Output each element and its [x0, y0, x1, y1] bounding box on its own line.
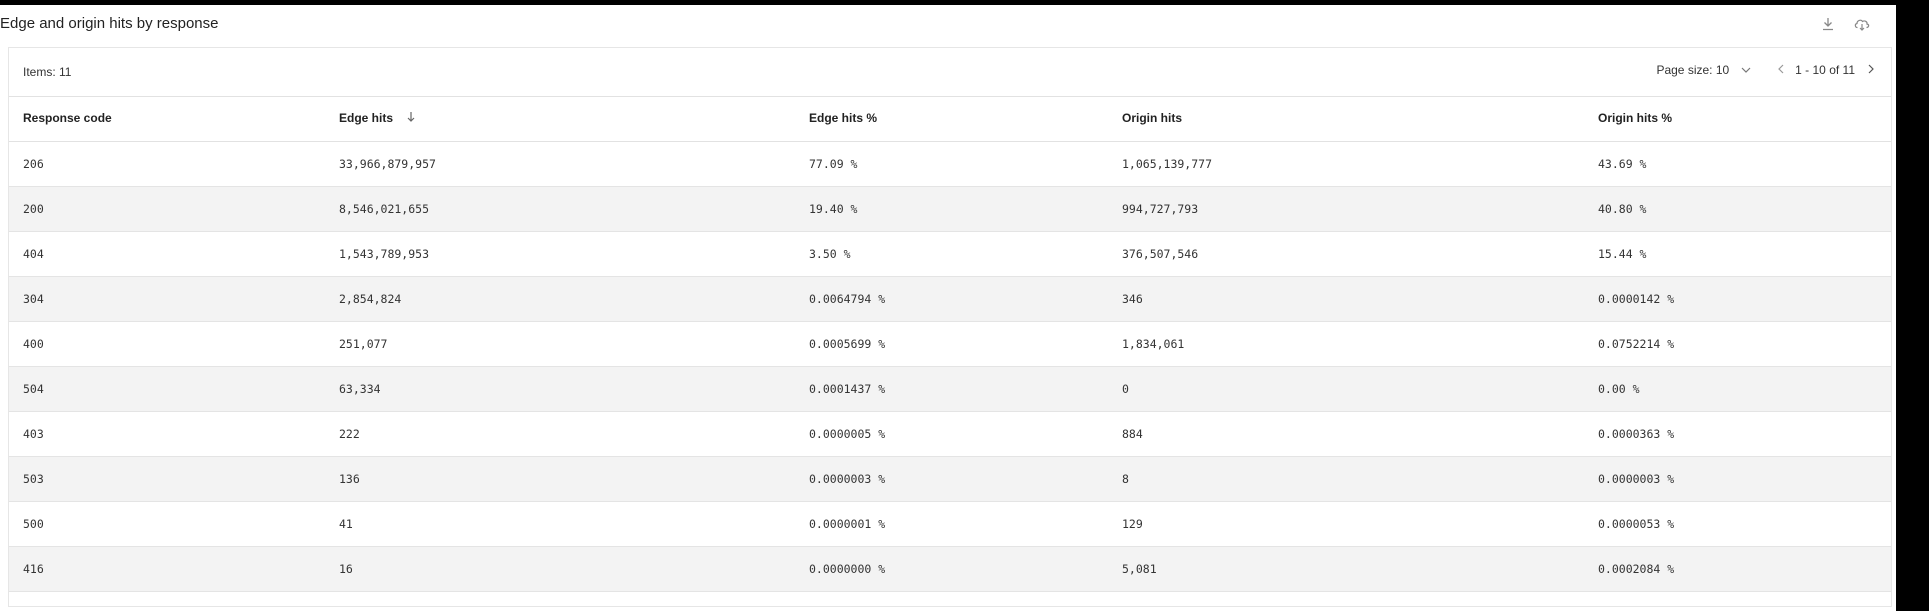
column-header-response-code[interactable]: Response code — [23, 111, 112, 125]
widget-panel: Edge and origin hits by response Items: … — [0, 5, 1896, 611]
widget-header: Edge and origin hits by response — [0, 5, 1896, 45]
cell-edge-hits-percent: 0.0064794 % — [809, 292, 886, 306]
cell-edge-hits-percent: 19.40 % — [809, 202, 858, 216]
cell-response-code: 206 — [23, 157, 44, 171]
widget-title: Edge and origin hits by response — [0, 15, 219, 32]
header-actions — [1818, 14, 1872, 34]
cell-origin-hits-percent: 0.0000003 % — [1598, 472, 1675, 486]
cell-origin-hits: 5,081 — [1122, 562, 1157, 576]
table-row: 206 33,966,879,957 77.09 % 1,065,139,777… — [9, 142, 1891, 187]
table-row: 404 1,543,789,953 3.50 % 376,507,546 15.… — [9, 232, 1891, 277]
cell-origin-hits-percent: 40.80 % — [1598, 202, 1647, 216]
chevron-left-icon — [1777, 63, 1785, 77]
cell-edge-hits-percent: 0.0000005 % — [809, 427, 886, 441]
sort-down-arrow-icon — [406, 111, 416, 126]
page-size-label: Page size: 10 — [1656, 63, 1730, 77]
column-header-origin-hits[interactable]: Origin hits — [1122, 111, 1182, 125]
cell-origin-hits: 1,834,061 — [1122, 337, 1185, 351]
cell-edge-hits-percent: 0.0000003 % — [809, 472, 886, 486]
table-row: 200 8,546,021,655 19.40 % 994,727,793 40… — [9, 187, 1891, 232]
table-header: Response code Edge hits Edge hits % Orig… — [9, 97, 1891, 142]
cell-edge-hits-percent: 0.0001437 % — [809, 382, 886, 396]
cell-edge-hits-percent: 3.50 % — [809, 247, 851, 261]
table-row: 400 251,077 0.0005699 % 1,834,061 0.0752… — [9, 322, 1891, 367]
cell-origin-hits-percent: 0.0002084 % — [1598, 562, 1675, 576]
cell-response-code: 400 — [23, 337, 44, 351]
cell-origin-hits-percent: 15.44 % — [1598, 247, 1647, 261]
cell-response-code: 503 — [23, 472, 44, 486]
cell-edge-hits: 41 — [339, 517, 353, 531]
cell-origin-hits: 1,065,139,777 — [1122, 157, 1213, 171]
cell-edge-hits: 1,543,789,953 — [339, 247, 430, 261]
cell-edge-hits: 222 — [339, 427, 360, 441]
cell-origin-hits: 0 — [1122, 382, 1129, 396]
data-table: Items: 11 Page size: 10 1 - 10 of 11 Res… — [8, 47, 1892, 607]
cell-response-code: 304 — [23, 292, 44, 306]
cell-response-code: 416 — [23, 562, 44, 576]
table-row: 503 136 0.0000003 % 8 0.0000003 % — [9, 457, 1891, 502]
column-header-edge-hits-percent[interactable]: Edge hits % — [809, 111, 877, 125]
cell-origin-hits-percent: 0.0000142 % — [1598, 292, 1675, 306]
table-row: 500 41 0.0000001 % 129 0.0000053 % — [9, 502, 1891, 547]
cell-edge-hits: 33,966,879,957 — [339, 157, 436, 171]
column-header-label: Edge hits — [339, 111, 394, 125]
chevron-right-icon — [1867, 63, 1875, 77]
download-icon[interactable] — [1818, 14, 1838, 34]
table-row: 416 16 0.0000000 % 5,081 0.0002084 % — [9, 547, 1891, 592]
cell-response-code: 403 — [23, 427, 44, 441]
cell-origin-hits: 8 — [1122, 472, 1129, 486]
table-toolbar: Items: 11 Page size: 10 1 - 10 of 11 — [9, 48, 1891, 97]
column-header-origin-hits-percent[interactable]: Origin hits % — [1598, 111, 1672, 125]
cell-edge-hits: 8,546,021,655 — [339, 202, 430, 216]
cell-origin-hits: 884 — [1122, 427, 1143, 441]
cell-edge-hits: 251,077 — [339, 337, 388, 351]
cell-origin-hits: 129 — [1122, 517, 1143, 531]
items-count: Items: 11 — [23, 65, 72, 79]
cell-origin-hits-percent: 0.0752214 % — [1598, 337, 1675, 351]
cell-edge-hits: 2,854,824 — [339, 292, 402, 306]
cell-response-code: 404 — [23, 247, 44, 261]
cell-response-code: 500 — [23, 517, 44, 531]
table-body: 206 33,966,879,957 77.09 % 1,065,139,777… — [9, 142, 1891, 592]
cloud-download-icon[interactable] — [1852, 14, 1872, 34]
cell-edge-hits-percent: 0.0000001 % — [809, 517, 886, 531]
cell-origin-hits: 376,507,546 — [1122, 247, 1199, 261]
cell-edge-hits-percent: 0.0000000 % — [809, 562, 886, 576]
pagination: Page size: 10 1 - 10 of 11 — [1656, 63, 1875, 77]
cell-response-code: 504 — [23, 382, 44, 396]
column-header-edge-hits[interactable]: Edge hits — [339, 111, 416, 126]
page-range: 1 - 10 of 11 — [1795, 63, 1855, 77]
prev-page-button[interactable] — [1777, 63, 1785, 77]
page-size-select[interactable]: Page size: 10 — [1656, 63, 1751, 77]
cell-edge-hits-percent: 0.0005699 % — [809, 337, 886, 351]
cell-origin-hits: 346 — [1122, 292, 1143, 306]
cell-origin-hits: 994,727,793 — [1122, 202, 1199, 216]
cell-edge-hits: 63,334 — [339, 382, 381, 396]
table-row: 403 222 0.0000005 % 884 0.0000363 % — [9, 412, 1891, 457]
cell-edge-hits: 16 — [339, 562, 353, 576]
cell-origin-hits-percent: 0.0000363 % — [1598, 427, 1675, 441]
cell-origin-hits-percent: 43.69 % — [1598, 157, 1647, 171]
cell-origin-hits-percent: 0.0000053 % — [1598, 517, 1675, 531]
next-page-button[interactable] — [1867, 63, 1875, 77]
cell-edge-hits: 136 — [339, 472, 360, 486]
table-row: 504 63,334 0.0001437 % 0 0.00 % — [9, 367, 1891, 412]
cell-origin-hits-percent: 0.00 % — [1598, 382, 1640, 396]
table-row: 304 2,854,824 0.0064794 % 346 0.0000142 … — [9, 277, 1891, 322]
cell-edge-hits-percent: 77.09 % — [809, 157, 858, 171]
cell-response-code: 200 — [23, 202, 44, 216]
chevron-down-icon — [1741, 63, 1751, 77]
